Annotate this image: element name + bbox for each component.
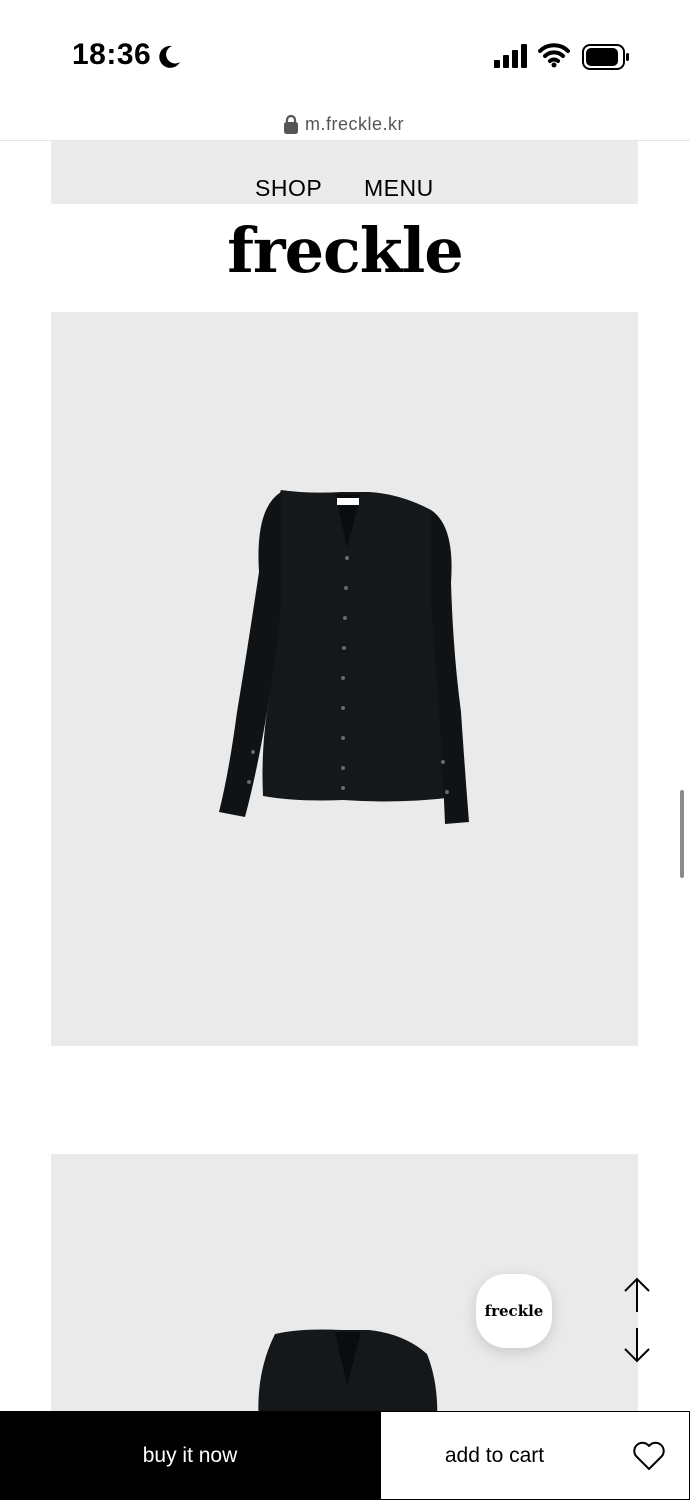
brand-logo[interactable]: freckle bbox=[0, 214, 690, 287]
wishlist-button[interactable] bbox=[608, 1411, 690, 1500]
status-bar: 18:36 bbox=[0, 0, 690, 100]
top-nav: SHOP MENU bbox=[51, 141, 638, 204]
browser-url-bar[interactable]: m.freckle.kr bbox=[0, 106, 690, 141]
product-image[interactable] bbox=[51, 1154, 638, 1424]
nav-shop-link[interactable]: SHOP bbox=[255, 175, 322, 202]
floating-logo-button[interactable]: freckle bbox=[476, 1274, 552, 1348]
bottom-action-bar: buy it now add to cart bbox=[0, 1411, 690, 1500]
cardigan-image bbox=[219, 490, 469, 824]
wifi-icon bbox=[538, 43, 570, 68]
moon-icon bbox=[159, 45, 180, 68]
add-to-cart-button[interactable]: add to cart bbox=[380, 1411, 609, 1500]
product-image[interactable] bbox=[51, 312, 638, 1046]
buy-now-label: buy it now bbox=[142, 1443, 238, 1467]
arrow-down-icon[interactable] bbox=[622, 1326, 652, 1364]
buy-now-button[interactable]: buy it now bbox=[0, 1411, 380, 1500]
add-to-cart-label: add to cart bbox=[444, 1443, 545, 1467]
heart-icon bbox=[632, 1441, 665, 1470]
signal-icon bbox=[494, 44, 527, 68]
nav-menu-link[interactable]: MENU bbox=[364, 175, 434, 202]
scroll-indicator[interactable] bbox=[680, 790, 684, 878]
battery-icon bbox=[582, 44, 629, 70]
status-time: 18:36 bbox=[72, 38, 152, 71]
lock-icon bbox=[284, 114, 298, 134]
arrow-up-icon[interactable] bbox=[622, 1276, 652, 1314]
cardigan-image bbox=[258, 1329, 438, 1424]
url-text[interactable]: m.freckle.kr bbox=[305, 114, 404, 135]
